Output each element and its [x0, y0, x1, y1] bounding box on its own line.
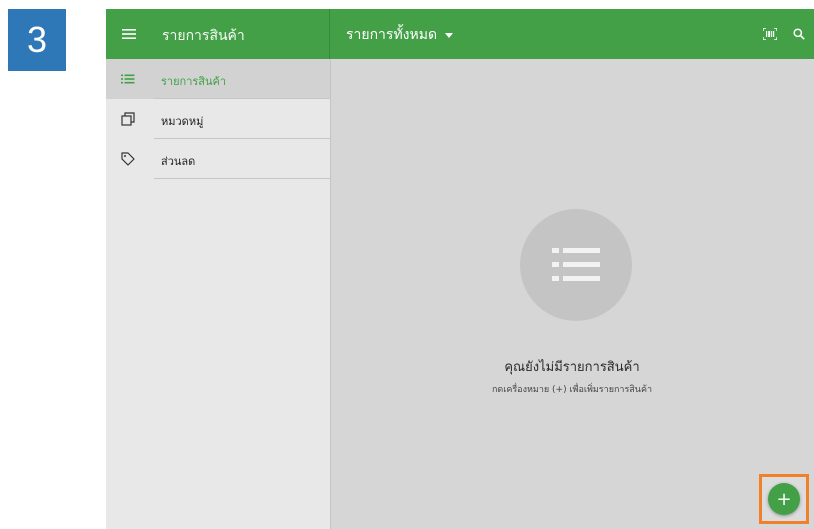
- menu-button[interactable]: [116, 21, 142, 47]
- add-product-button[interactable]: +: [768, 483, 800, 515]
- toolbar-divider: [329, 9, 330, 59]
- top-app-bar: รายการสินค้า รายการทั้งหมด: [106, 9, 814, 59]
- filter-dropdown[interactable]: รายการทั้งหมด: [346, 24, 454, 46]
- sidebar-item-label: หมวดหมู่: [161, 115, 204, 128]
- dropdown-arrow-icon: [445, 32, 454, 38]
- list-icon: [120, 71, 136, 87]
- empty-state-illustration: [520, 209, 632, 321]
- sidebar-item-label: รายการสินค้า: [161, 75, 227, 88]
- empty-state-hint: กดเครื่องหมาย (+) เพื่อเพิ่มรายการสินค้า: [491, 385, 653, 395]
- step-number-badge: 3: [8, 9, 66, 71]
- sidebar: รายการสินค้า หมวดหมู่ ส่วนลด: [106, 59, 331, 529]
- list-icon: [552, 248, 600, 281]
- sidebar-item-products[interactable]: รายการสินค้า: [106, 59, 330, 99]
- add-icon: +: [776, 488, 792, 510]
- sidebar-item-discounts[interactable]: ส่วนลด: [106, 139, 330, 179]
- app-title: รายการสินค้า: [162, 28, 245, 44]
- sidebar-item-categories[interactable]: หมวดหมู่: [106, 99, 330, 139]
- barcode-scan-button[interactable]: [759, 23, 781, 45]
- main-content: คุณยังไม่มีรายการสินค้า กดเครื่องหมาย (+…: [330, 59, 814, 529]
- barcode-scan-icon: [763, 28, 777, 40]
- sidebar-item-label: ส่วนลด: [161, 155, 196, 168]
- search-icon: [793, 28, 805, 40]
- category-icon: [120, 111, 136, 127]
- filter-dropdown-label: รายการทั้งหมด: [346, 27, 438, 43]
- hamburger-icon: [122, 29, 136, 39]
- tag-icon: [120, 151, 136, 167]
- divider: [154, 178, 330, 179]
- empty-state-title: คุณยังไม่มีรายการสินค้า: [504, 360, 640, 375]
- search-button[interactable]: [788, 23, 810, 45]
- app-window: รายการสินค้า รายการทั้งหมด รายการสินค้า …: [106, 9, 814, 529]
